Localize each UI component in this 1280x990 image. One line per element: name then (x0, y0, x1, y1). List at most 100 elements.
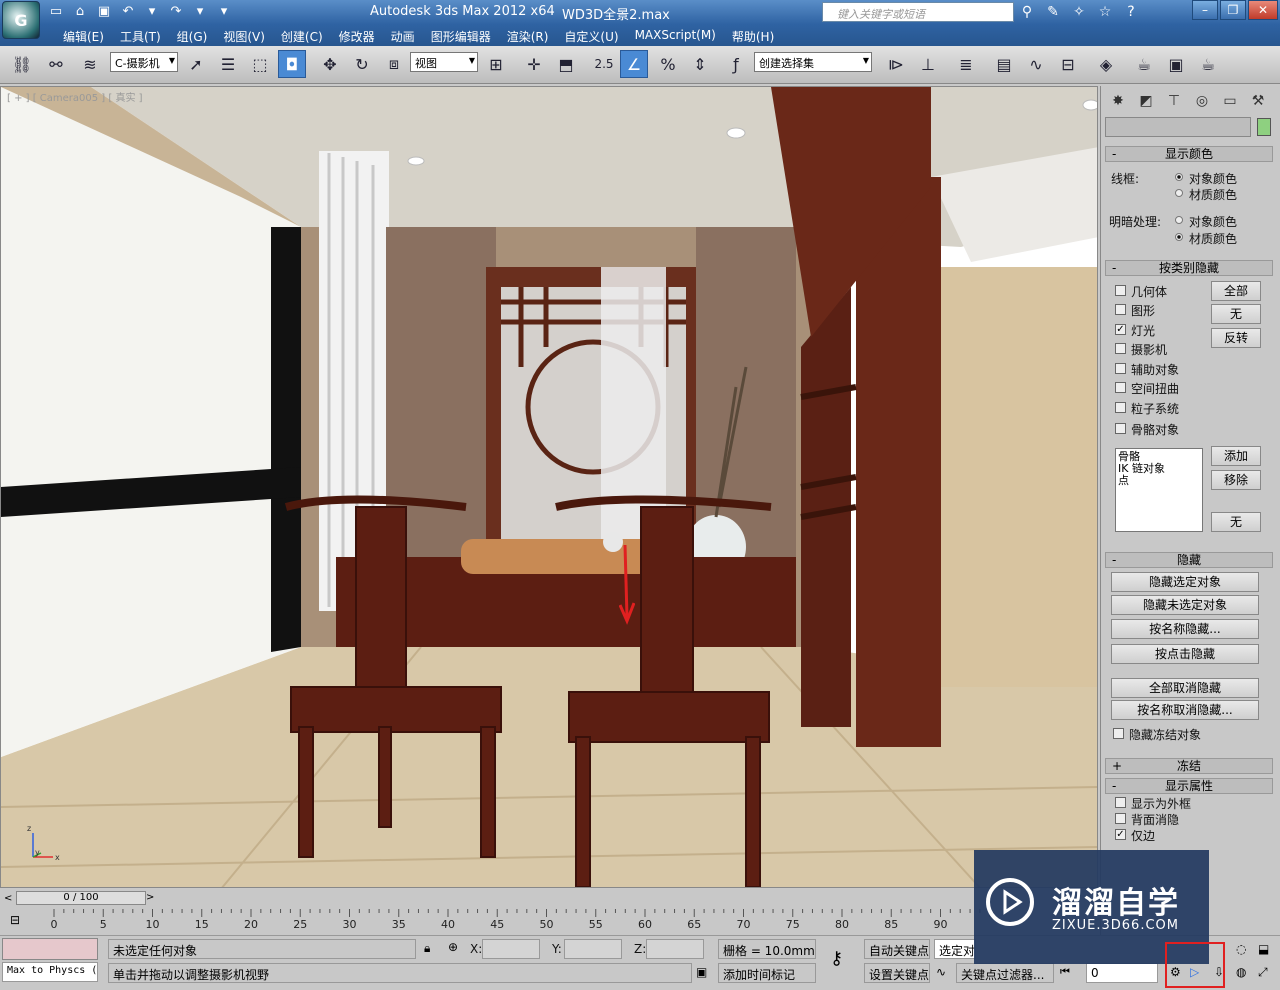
hide-rollout[interactable]: - 隐藏 (1105, 552, 1273, 568)
time-slider[interactable]: 0 / 100 (16, 891, 146, 905)
keyboard-shortcut-icon[interactable]: ⬒ (552, 50, 580, 78)
undo-dropdown-icon[interactable]: ▾ (142, 2, 162, 21)
select-by-name-icon[interactable]: ☰ (214, 50, 242, 78)
move-icon[interactable]: ✥ (316, 50, 344, 78)
reference-coord-dropdown[interactable]: 视图 (410, 52, 478, 72)
menu-views[interactable]: 视图(V) (215, 24, 273, 46)
hide-invert-button[interactable]: 反转 (1211, 328, 1261, 348)
unlink-icon[interactable]: ⚯ (42, 50, 70, 78)
select-object-icon[interactable]: ➚ (182, 50, 210, 78)
current-frame-field[interactable]: 0 (1086, 963, 1158, 983)
menu-edit[interactable]: 编辑(E) (55, 24, 112, 46)
render-setup-icon[interactable]: ☕ (1130, 50, 1158, 78)
edit-named-selection-icon[interactable]: ƒ (722, 50, 750, 78)
menu-animation[interactable]: 动画 (383, 24, 423, 46)
selected-dropdown[interactable]: 选定对 (934, 939, 976, 959)
maxscript-listener-pink[interactable] (2, 938, 98, 960)
absolute-mode-icon[interactable]: ⊕ (448, 940, 458, 954)
render-production-icon[interactable]: ☕ (1194, 50, 1222, 78)
window-crossing-icon[interactable]: ◘ (278, 50, 306, 78)
key-filters-button[interactable]: 关键点过滤器... (956, 963, 1054, 983)
key-tangent-icon[interactable]: ∿ (936, 965, 946, 979)
mirror-icon[interactable]: ⧐ (882, 50, 910, 78)
hide-bones-checkbox[interactable] (1115, 423, 1126, 434)
orbit-icon[interactable]: ◌ (1236, 942, 1246, 956)
undo-icon[interactable]: ↶ (118, 2, 138, 21)
spinner-snap-icon[interactable]: ⇕ (686, 50, 714, 78)
scale-icon[interactable]: ⧈ (380, 50, 408, 78)
menu-tools[interactable]: 工具(T) (112, 24, 169, 46)
utilities-tab-icon[interactable]: ⚒ (1245, 89, 1271, 113)
pivot-center-icon[interactable]: ⊞ (482, 50, 510, 78)
menu-maxscript[interactable]: MAXScript(M) (627, 24, 724, 46)
category-list[interactable]: 骨骼 IK 链对象 点 (1115, 448, 1203, 532)
angle-snap-icon[interactable]: ∠ (620, 50, 648, 78)
unhide-by-name-button[interactable]: 按名称取消隐藏... (1111, 700, 1259, 720)
list-item[interactable]: IK 链对象 (1118, 463, 1200, 475)
hide-all-button[interactable]: 全部 (1211, 281, 1261, 301)
wire-material-color-radio[interactable] (1175, 189, 1183, 197)
camera-viewport[interactable]: [ + ] [ Camera005 ] [ 真实 ] z x y (0, 86, 1098, 888)
hide-frozen-checkbox[interactable] (1113, 728, 1124, 739)
minimize-button[interactable]: – (1192, 0, 1218, 20)
none-category-button[interactable]: 无 (1211, 512, 1261, 532)
hide-geometry-checkbox[interactable] (1115, 285, 1126, 296)
menu-customize[interactable]: 自定义(U) (556, 24, 626, 46)
set-key-icon[interactable]: ⚷ (830, 948, 843, 969)
menu-create[interactable]: 创建(C) (273, 24, 331, 46)
wire-object-color-radio[interactable] (1175, 173, 1183, 181)
hide-particles-checkbox[interactable] (1115, 402, 1126, 413)
object-name-field[interactable] (1105, 117, 1251, 137)
viewport-label[interactable]: [ + ] [ Camera005 ] [ 真实 ] (7, 89, 143, 104)
qat-menu-icon[interactable]: ▾ (214, 2, 234, 21)
hide-by-name-button[interactable]: 按名称隐藏... (1111, 619, 1259, 639)
create-tab-icon[interactable]: ✸ (1105, 89, 1131, 113)
menu-modifiers[interactable]: 修改器 (331, 24, 383, 46)
tools-icon[interactable]: ✎ (1042, 2, 1064, 22)
hide-spacewarps-checkbox[interactable] (1115, 382, 1126, 393)
list-item[interactable]: 点 (1118, 475, 1200, 487)
object-color-swatch[interactable] (1257, 118, 1271, 136)
open-file-icon[interactable]: ⌂ (70, 2, 90, 21)
align-icon[interactable]: ⊥ (914, 50, 942, 78)
hide-unselected-button[interactable]: 隐藏未选定对象 (1111, 595, 1259, 615)
close-button[interactable]: ✕ (1248, 0, 1278, 20)
hide-helpers-checkbox[interactable] (1115, 363, 1126, 374)
bind-spacewarp-icon[interactable]: ≋ (76, 50, 104, 78)
new-file-icon[interactable]: ▭ (46, 2, 66, 21)
hide-lights-checkbox[interactable]: ✓ (1115, 324, 1126, 335)
select-manipulate-icon[interactable]: ✛ (520, 50, 548, 78)
display-color-rollout[interactable]: - 显示颜色 (1105, 146, 1273, 162)
field-of-view-icon[interactable]: ◍ (1236, 965, 1246, 979)
hide-none-button[interactable]: 无 (1211, 304, 1261, 324)
set-key-button[interactable]: 设置关键点 (864, 963, 930, 983)
curve-editor-icon[interactable]: ∿ (1022, 50, 1050, 78)
app-logo-icon[interactable]: G (2, 1, 40, 39)
graphite-tools-icon[interactable]: ▤ (990, 50, 1018, 78)
snap-toggle-icon[interactable]: 2.5 (590, 50, 618, 78)
named-selection-dropdown[interactable]: 创建选择集 (754, 52, 872, 72)
display-properties-rollout[interactable]: - 显示属性 (1105, 778, 1273, 794)
redo-icon[interactable]: ↷ (166, 2, 186, 21)
shaded-material-color-radio[interactable] (1175, 233, 1183, 241)
unhide-all-button[interactable]: 全部取消隐藏 (1111, 678, 1259, 698)
hide-cameras-checkbox[interactable] (1115, 343, 1126, 354)
menu-graph-editors[interactable]: 图形编辑器 (423, 24, 499, 46)
hide-by-category-rollout[interactable]: - 按类别隐藏 (1105, 260, 1273, 276)
favorite-star-icon[interactable]: ☆ (1094, 2, 1116, 22)
schematic-view-icon[interactable]: ⊟ (1054, 50, 1082, 78)
redo-dropdown-icon[interactable]: ▾ (190, 2, 210, 21)
maxscript-mini-listener[interactable]: Max to Physcs ( (2, 962, 98, 982)
add-time-tag[interactable]: 添加时间标记 (718, 963, 816, 983)
shaded-object-color-radio[interactable] (1175, 216, 1183, 224)
percent-snap-icon[interactable]: % (654, 50, 682, 78)
menu-group[interactable]: 组(G) (169, 24, 216, 46)
timeline-ruler[interactable]: 0 5 10 15 20 25 30 35 40 45 50 55 60 65 70 75 80 85 90 (40, 909, 1098, 931)
edges-only-checkbox[interactable]: ✓ (1115, 829, 1126, 840)
rotate-icon[interactable]: ↻ (348, 50, 376, 78)
hide-shapes-checkbox[interactable] (1115, 304, 1126, 315)
y-coord-field[interactable] (564, 939, 622, 959)
next-frame-arrow[interactable]: > (146, 892, 154, 903)
goto-start-icon[interactable]: ⏮ (1060, 965, 1070, 979)
selection-filter-dropdown[interactable]: C-摄影机 (110, 52, 178, 72)
